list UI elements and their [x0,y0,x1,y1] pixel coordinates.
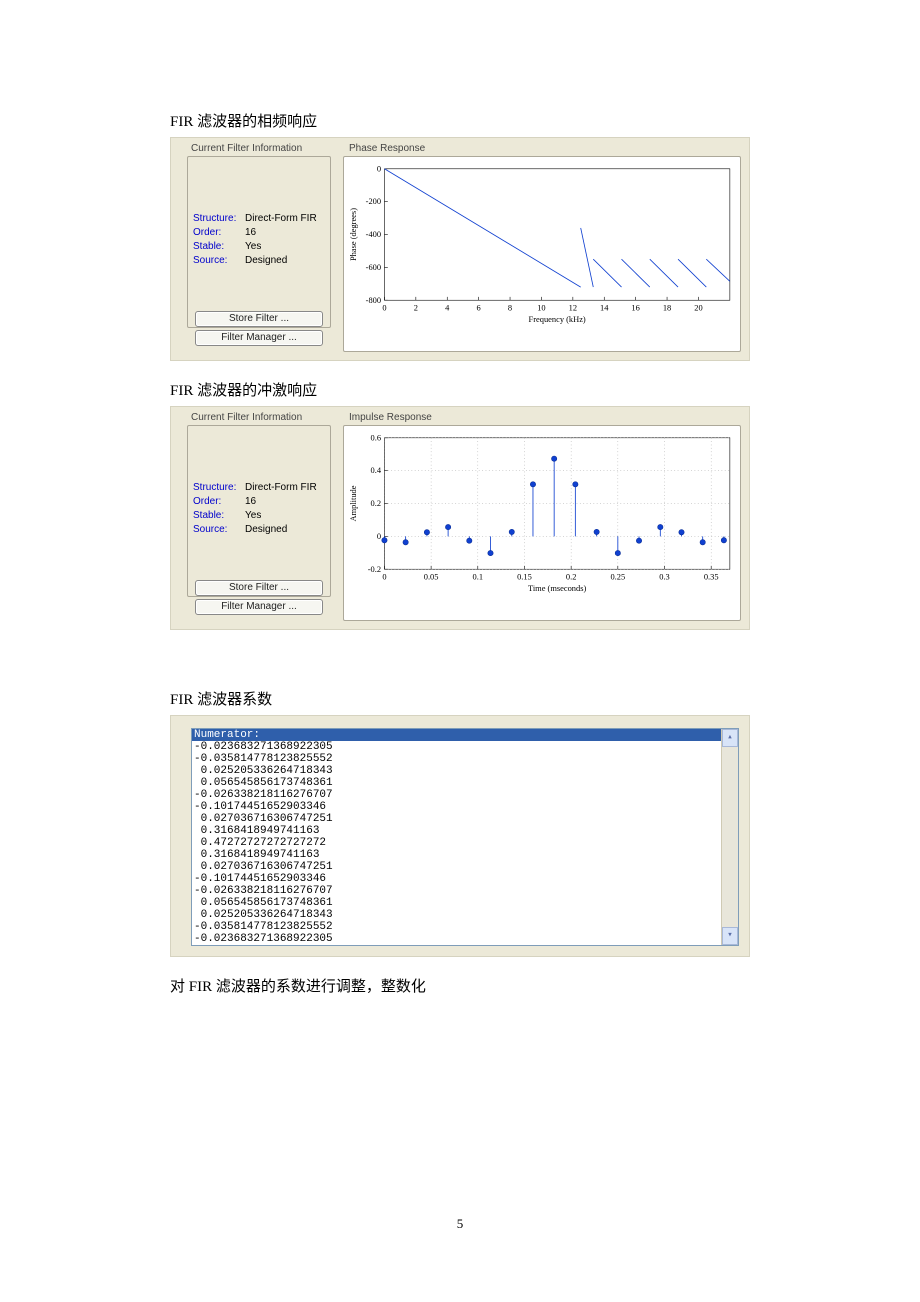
store-filter-button-2[interactable]: Store Filter ... [195,580,323,596]
svg-text:2: 2 [414,302,418,312]
svg-text:12: 12 [569,302,577,312]
svg-text:0.2: 0.2 [566,571,577,581]
svg-text:0.6: 0.6 [371,432,382,442]
heading-adjust: 对 FIR 滤波器的系数进行调整，整数化 [170,975,750,996]
coefficients-panel: Numerator: -0.023683271368922305 -0.0358… [170,715,750,957]
phase-chart: 0 2 4 6 8 10 12 14 16 18 20 0 -200 -400 -600 -800 Freque… [343,156,741,352]
svg-text:0.4: 0.4 [371,465,382,475]
svg-text:0: 0 [382,571,386,581]
filter-info-box-2: Current Filter Information Structure:Dir… [183,419,331,617]
svg-text:8: 8 [508,302,512,312]
svg-text:Time (mseconds): Time (mseconds) [528,583,586,593]
svg-text:0.2: 0.2 [371,498,382,508]
scrollbar[interactable]: ▴ ▾ [721,729,738,945]
scroll-down-icon[interactable]: ▾ [722,927,738,945]
svg-text:0.3: 0.3 [659,571,670,581]
svg-text:-200: -200 [366,196,381,206]
impulse-chart: 00.050.10.150.20.250.30.35-0.200.20.40.6… [343,425,741,621]
svg-text:6: 6 [477,302,481,312]
svg-text:4: 4 [445,302,450,312]
info-legend: Current Filter Information [189,143,304,154]
svg-text:0: 0 [382,302,386,312]
info-legend-2: Current Filter Information [189,412,304,423]
svg-text:10: 10 [537,302,545,312]
filter-manager-button[interactable]: Filter Manager ... [195,330,323,346]
svg-text:0.25: 0.25 [610,571,625,581]
impulse-legend: Impulse Response [347,412,434,423]
svg-text:16: 16 [631,302,639,312]
svg-text:Frequency (kHz): Frequency (kHz) [529,314,586,324]
svg-text:-600: -600 [366,262,381,272]
svg-text:Phase (degrees): Phase (degrees) [348,208,358,261]
filter-manager-button-2[interactable]: Filter Manager ... [195,599,323,615]
svg-text:0.1: 0.1 [473,571,484,581]
page-number: 5 [170,1216,750,1232]
svg-text:0.35: 0.35 [704,571,719,581]
filter-info-box: Current Filter Information Structure:Dir… [183,150,331,348]
heading-phase: FIR 滤波器的相频响应 [170,110,750,131]
svg-text:14: 14 [600,302,609,312]
svg-text:0.05: 0.05 [424,571,439,581]
heading-coef: FIR 滤波器系数 [170,688,750,709]
svg-text:20: 20 [694,302,702,312]
svg-text:18: 18 [663,302,671,312]
svg-text:-800: -800 [366,295,381,305]
svg-text:0: 0 [377,531,381,541]
svg-text:0: 0 [377,163,381,173]
heading-impulse: FIR 滤波器的冲激响应 [170,379,750,400]
svg-text:0.15: 0.15 [517,571,532,581]
impulse-panel: Current Filter Information Structure:Dir… [170,406,750,630]
phase-panel: Current Filter Information Structure:Dir… [170,137,750,361]
coef-list: -0.023683271368922305 -0.035814778123825… [192,741,738,945]
coef-header: Numerator: [192,729,738,741]
store-filter-button[interactable]: Store Filter ... [195,311,323,327]
scroll-up-icon[interactable]: ▴ [722,729,738,747]
svg-text:Amplitude: Amplitude [348,485,358,521]
svg-text:-400: -400 [366,229,381,239]
svg-text:-0.2: -0.2 [368,564,381,574]
phase-legend: Phase Response [347,143,427,154]
